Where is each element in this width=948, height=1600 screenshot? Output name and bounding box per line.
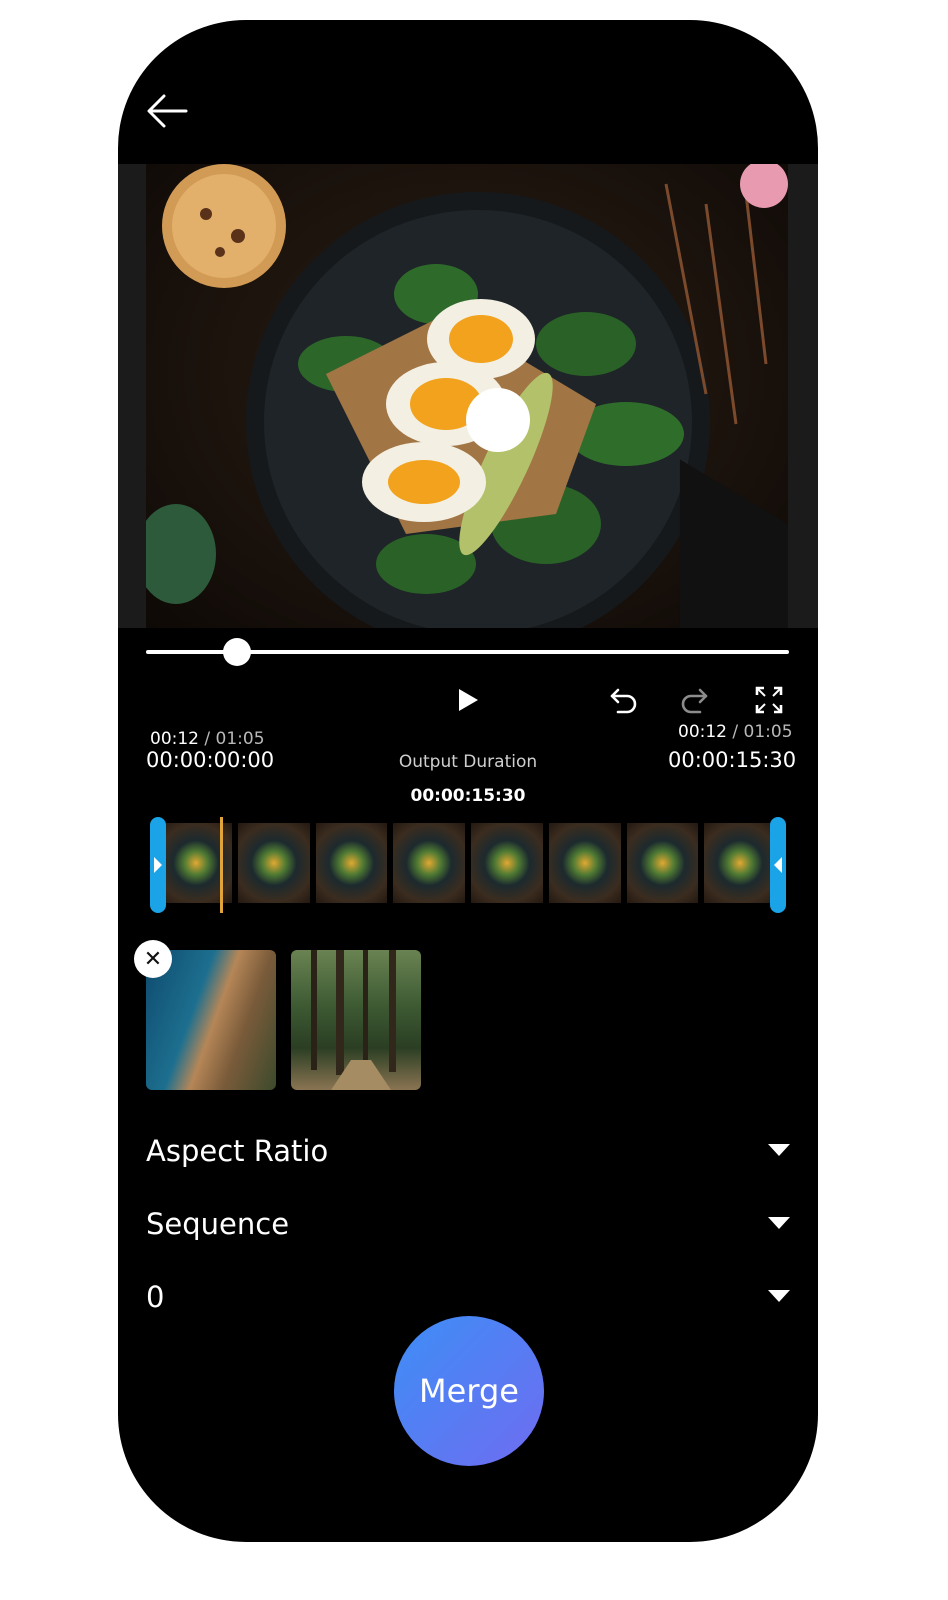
undo-button[interactable] <box>608 684 640 720</box>
sequence-label: Sequence <box>146 1207 290 1241</box>
current-time: 00:12 <box>678 722 727 742</box>
total-time: 01:05 <box>215 729 265 749</box>
merge-button[interactable]: Merge <box>394 1316 544 1466</box>
video-play-button[interactable] <box>466 388 788 628</box>
output-duration-value: 00:00:15:30 <box>410 786 526 806</box>
caret-down-icon <box>768 1144 790 1156</box>
output-duration-label: Output Duration <box>398 752 538 772</box>
back-button[interactable] <box>142 86 192 136</box>
fullscreen-icon <box>755 686 783 714</box>
aspect-ratio-label: Aspect Ratio <box>146 1134 329 1168</box>
clip-thumbnail-forest[interactable] <box>291 950 421 1090</box>
timeline-end-time: 00:00:15:30 <box>668 748 797 772</box>
arrow-left-icon <box>147 94 188 128</box>
total-time: 01:05 <box>743 722 793 742</box>
filmstrip-frame <box>393 823 465 903</box>
filmstrip-frame <box>704 823 776 903</box>
sequence-dropdown[interactable]: Sequence <box>146 1201 790 1245</box>
filmstrip-frame <box>471 823 543 903</box>
close-icon: ✕ <box>143 946 163 972</box>
filmstrip-frame <box>237 823 310 903</box>
value-label: 0 <box>146 1280 165 1314</box>
time-readout-left: 00:12 / 01:05 <box>150 729 265 749</box>
filmstrip[interactable] <box>160 823 776 903</box>
play-icon <box>459 689 478 711</box>
filmstrip-frame <box>626 823 699 903</box>
aspect-ratio-dropdown[interactable]: Aspect Ratio <box>146 1128 790 1172</box>
filmstrip-frame <box>315 823 388 903</box>
fullscreen-button[interactable] <box>754 685 784 719</box>
merge-label: Merge <box>419 1372 519 1410</box>
forest-image <box>311 950 396 1090</box>
undo-icon <box>610 688 637 714</box>
redo-button[interactable] <box>678 684 710 720</box>
play-button[interactable] <box>454 685 482 719</box>
video-frame-image <box>146 164 788 628</box>
remove-clip-button[interactable]: ✕ <box>134 940 172 978</box>
phone-screen: 00:12 / 01:05 00:12 / 01:05 00:00:00:00 … <box>118 20 818 1542</box>
scrubber-thumb[interactable] <box>223 638 251 666</box>
value-dropdown[interactable]: 0 <box>146 1274 790 1318</box>
timeline-start-time: 00:00:00:00 <box>146 748 275 772</box>
caret-left-icon <box>774 857 782 873</box>
play-icon <box>679 459 788 628</box>
video-preview: 00:12 / 01:05 00:12 / 01:05 <box>118 164 818 749</box>
timeline-playhead[interactable] <box>220 817 223 913</box>
caret-right-icon <box>154 857 162 873</box>
caret-down-icon <box>768 1217 790 1229</box>
redo-icon <box>681 688 708 714</box>
filmstrip-frame <box>548 823 621 903</box>
time-readout-right: 00:12 / 01:05 <box>678 722 793 742</box>
trim-handle-left[interactable] <box>150 817 166 913</box>
caret-down-icon <box>768 1290 790 1302</box>
trim-handle-right[interactable] <box>770 817 786 913</box>
current-time: 00:12 <box>150 729 199 749</box>
